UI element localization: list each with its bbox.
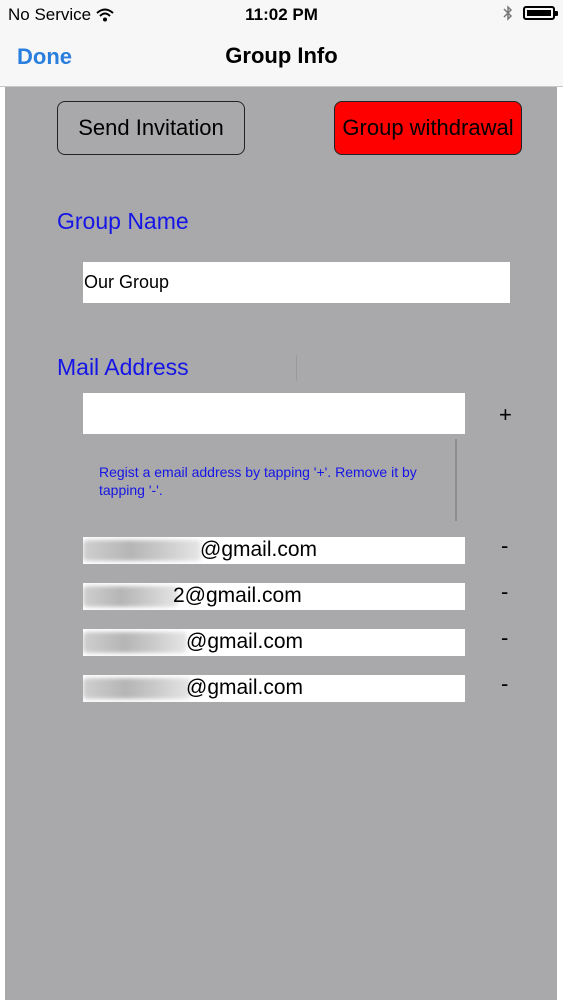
mail-address-label: Mail Address [57,354,189,380]
redacted-blur [83,586,178,607]
add-email-button[interactable]: + [499,402,512,428]
status-time: 11:02 PM [245,5,318,24]
email-row[interactable]: @gmail.com [83,629,465,656]
group-info-content: Send Invitation Group withdrawal Group N… [5,87,557,1000]
group-name-label: Group Name [57,208,189,234]
bluetooth-icon [503,5,513,21]
group-name-field[interactable] [83,262,510,303]
status-bar: No Service 11:02 PM [0,0,563,30]
email-suffix: @gmail.com [186,676,304,699]
page-title: Group Info [225,43,338,68]
remove-email-button[interactable]: - [501,533,508,559]
email-row[interactable]: 2@gmail.com [83,583,465,610]
remove-email-button[interactable]: - [501,671,508,697]
remove-email-button[interactable]: - [501,579,508,605]
remove-email-button[interactable]: - [501,625,508,651]
email-suffix: @gmail.com [200,538,318,561]
group-withdrawal-button[interactable]: Group withdrawal [334,101,522,155]
email-row[interactable]: @gmail.com [83,537,465,564]
redacted-blur [83,632,187,653]
navigation-bar: Done Group Info [0,30,563,87]
redacted-blur [83,540,201,561]
divider [455,439,457,521]
hint-text: Regist a email address by tapping '+'. R… [99,464,417,498]
mail-address-input[interactable] [83,393,465,434]
battery-icon [523,6,558,20]
email-row[interactable]: @gmail.com [83,675,465,702]
status-right [503,5,558,21]
email-suffix: @gmail.com [186,630,304,653]
send-invitation-button[interactable]: Send Invitation [57,101,245,155]
divider [296,355,297,381]
email-suffix: 2@gmail.com [173,584,302,607]
redacted-blur [83,678,191,699]
